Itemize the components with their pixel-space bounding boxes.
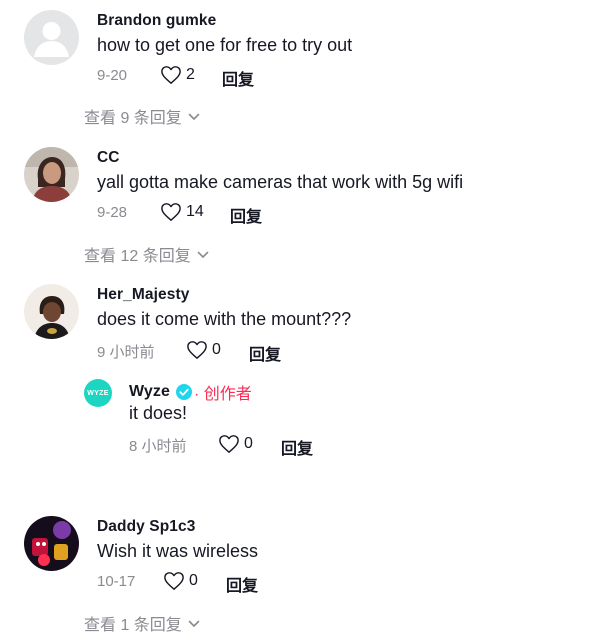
- like-count: 2: [186, 66, 195, 83]
- comment-author[interactable]: CC: [97, 149, 120, 167]
- like-count: 14: [186, 203, 204, 220]
- reply-button[interactable]: 回复: [226, 572, 258, 596]
- view-replies-label: 查看 9 条回复: [84, 110, 182, 127]
- view-replies-button[interactable]: 查看 9 条回复: [84, 104, 200, 128]
- comment-text: Wish it was wireless: [97, 541, 259, 561]
- reply-button[interactable]: 回复: [249, 341, 281, 365]
- comment-text: yall gotta make cameras that work with 5…: [97, 172, 464, 192]
- chevron-down-icon: [188, 620, 200, 627]
- comment-text: does it come with the mount???: [97, 309, 352, 329]
- comment-date: 10-17: [97, 573, 136, 590]
- comment-author[interactable]: Her_Majesty: [97, 286, 189, 304]
- default-user-icon: [34, 22, 69, 57]
- view-replies-button[interactable]: 查看 1 条回复: [84, 611, 200, 635]
- like-count: 0: [244, 435, 253, 452]
- creator-label: · 创作者: [194, 386, 252, 403]
- view-replies-button[interactable]: 查看 12 条回复: [84, 242, 209, 266]
- wyze-logo-text: WYZE: [87, 389, 109, 397]
- comment-author[interactable]: Brandon gumke: [97, 12, 216, 30]
- heart-outline-icon[interactable]: [218, 434, 240, 454]
- chevron-down-icon: [197, 251, 209, 258]
- reply-button[interactable]: 回复: [230, 203, 262, 227]
- avatar[interactable]: [24, 10, 79, 65]
- reply-button[interactable]: 回复: [222, 66, 254, 90]
- comment-date: 9-28: [97, 204, 128, 221]
- reply-date: 8 小时前: [129, 438, 187, 455]
- comment-author[interactable]: Daddy Sp1c3: [97, 518, 195, 536]
- like-count: 0: [189, 572, 198, 589]
- user-photo: [24, 516, 79, 571]
- user-photo: [24, 284, 79, 339]
- reply-author-row: Wyze · 创作者: [129, 380, 252, 404]
- view-replies-label: 查看 1 条回复: [84, 617, 182, 634]
- heart-outline-icon[interactable]: [160, 202, 182, 222]
- avatar[interactable]: [24, 516, 79, 571]
- reply-author[interactable]: Wyze: [129, 383, 170, 401]
- creator-avatar[interactable]: WYZE: [84, 379, 112, 407]
- heart-outline-icon[interactable]: [160, 65, 182, 85]
- reply-button[interactable]: 回复: [281, 435, 313, 459]
- heart-outline-icon[interactable]: [163, 571, 185, 591]
- heart-outline-icon[interactable]: [186, 340, 208, 360]
- user-photo: [24, 147, 79, 202]
- view-replies-label: 查看 12 条回复: [84, 248, 191, 265]
- verified-check-icon: [176, 384, 193, 400]
- comment-date: 9 小时前: [97, 344, 155, 361]
- avatar[interactable]: [24, 284, 79, 339]
- comment-text: how to get one for free to try out: [97, 35, 353, 55]
- comment-date: 9-20: [97, 67, 128, 84]
- reply-text: it does!: [129, 403, 188, 423]
- avatar[interactable]: [24, 147, 79, 202]
- chevron-down-icon: [188, 113, 200, 120]
- like-count: 0: [212, 341, 221, 358]
